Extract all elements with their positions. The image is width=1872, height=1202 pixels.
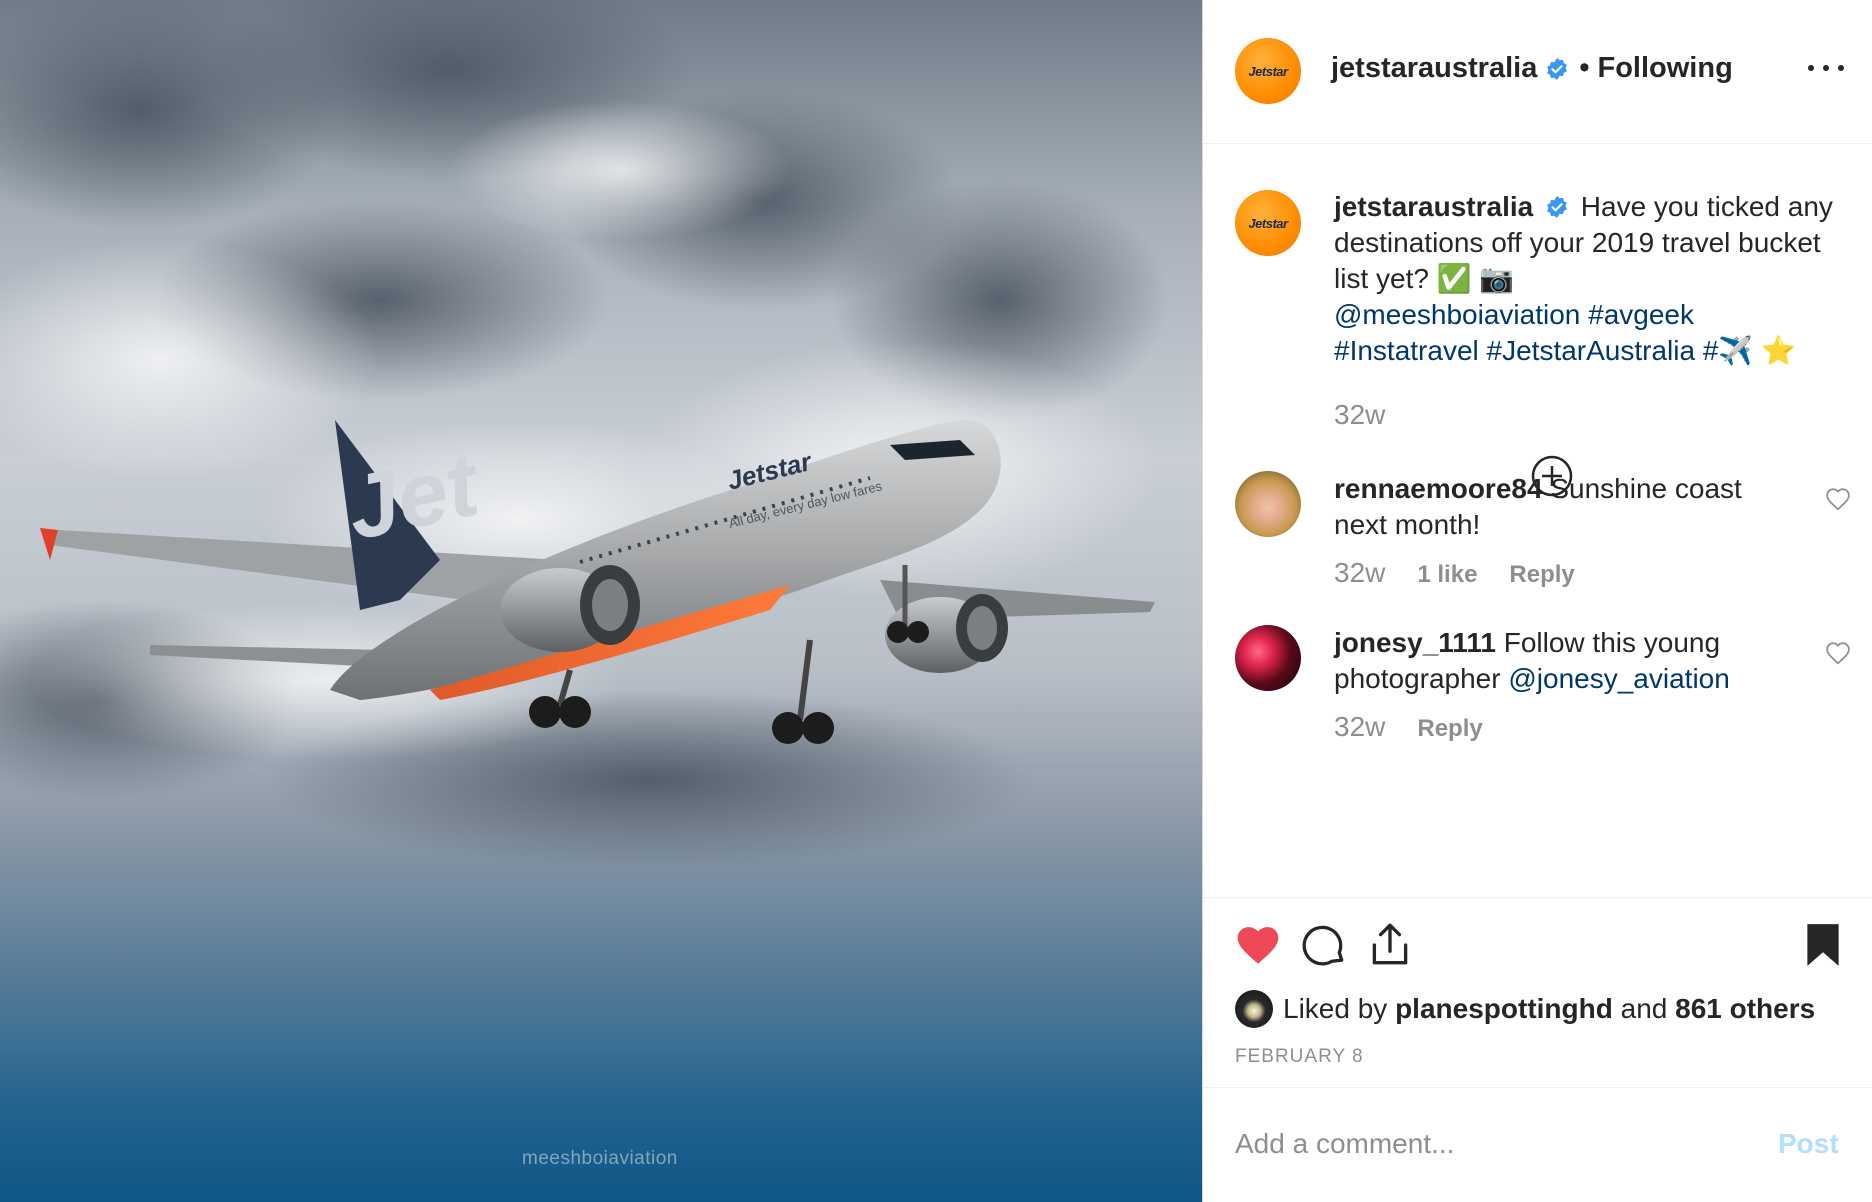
- post-actions: Liked by planespottinghd and 861 others …: [1203, 897, 1872, 1087]
- comment-timestamp[interactable]: 32w: [1334, 711, 1385, 743]
- heart-filled-icon[interactable]: [1233, 920, 1283, 970]
- hashtag-link[interactable]: #Instatravel: [1334, 335, 1479, 366]
- reply-button[interactable]: Reply: [1417, 715, 1482, 743]
- liked-by-prefix: Liked by: [1283, 993, 1388, 1024]
- post-header: Jetstar jetstaraustralia • Following: [1203, 0, 1872, 144]
- caption-author-avatar[interactable]: Jetstar: [1235, 190, 1301, 256]
- comment-text-block: jonesy_1111 Follow this young photograph…: [1334, 625, 1774, 697]
- commenter-username[interactable]: jonesy_1111: [1334, 627, 1496, 658]
- liked-by-row: Liked by planespottinghd and 861 others: [1235, 990, 1815, 1028]
- comment-mention-link[interactable]: @jonesy_aviation: [1508, 663, 1729, 694]
- post-date[interactable]: FEBRUARY 8: [1235, 1046, 1364, 1068]
- comment-input[interactable]: [1235, 1124, 1735, 1164]
- verified-badge-icon: [1547, 57, 1568, 80]
- header-user-row: jetstaraustralia • Following: [1331, 52, 1733, 85]
- share-icon[interactable]: [1365, 920, 1415, 970]
- like-comment-heart-icon[interactable]: [1825, 487, 1851, 511]
- post-details-panel: Jetstar jetstaraustralia • Following Jet…: [1203, 0, 1872, 1202]
- like-comment-heart-icon[interactable]: [1825, 641, 1851, 665]
- commenter-username[interactable]: rennaemoore84: [1334, 473, 1543, 504]
- bookmark-filled-icon[interactable]: [1798, 920, 1848, 970]
- avatar-logo-text: Jetstar: [1248, 215, 1288, 231]
- liker-username[interactable]: planespottinghd: [1395, 993, 1613, 1025]
- author-username[interactable]: jetstaraustralia: [1331, 52, 1537, 85]
- comment-meta: 32w Reply: [1334, 711, 1483, 743]
- add-comment-bar: Post: [1203, 1087, 1872, 1202]
- post-button[interactable]: Post: [1778, 1128, 1839, 1160]
- avatar-logo-text: Jetstar: [1248, 63, 1288, 79]
- caption-username[interactable]: jetstaraustralia: [1334, 191, 1533, 222]
- comment-likes-count[interactable]: 1 like: [1417, 561, 1477, 589]
- reply-button[interactable]: Reply: [1509, 561, 1574, 589]
- comment-text-block: rennaemoore84 Sunshine coast next month!: [1334, 471, 1774, 543]
- header-separator: •: [1579, 52, 1590, 84]
- caption-text-block: jetstaraustralia Have you ticked any des…: [1334, 189, 1844, 369]
- comment-meta: 32w 1 like Reply: [1334, 557, 1575, 589]
- caption-mention-link[interactable]: @meeshboiaviation: [1334, 299, 1580, 330]
- comments-section[interactable]: Jetstar jetstaraustralia Have you ticked…: [1203, 145, 1872, 897]
- comment-timestamp[interactable]: 32w: [1334, 557, 1385, 589]
- post-photo[interactable]: Jet Jetstar All day, every day low fares…: [0, 0, 1202, 1202]
- liked-by-and: and: [1620, 993, 1668, 1024]
- photo-watermark: meeshboiaviation: [522, 1148, 678, 1169]
- caption-timestamp[interactable]: 32w: [1334, 399, 1385, 431]
- following-button[interactable]: Following: [1597, 52, 1732, 85]
- liker-avatar[interactable]: [1235, 990, 1273, 1028]
- comment-icon[interactable]: [1299, 920, 1349, 970]
- hashtag-link[interactable]: #avgeek: [1588, 299, 1694, 330]
- verified-badge-icon: [1547, 196, 1567, 218]
- author-avatar[interactable]: Jetstar: [1235, 38, 1301, 104]
- more-options-icon[interactable]: [1808, 56, 1844, 80]
- likes-count-link[interactable]: 861 others: [1675, 993, 1815, 1025]
- commenter-avatar[interactable]: [1235, 471, 1301, 537]
- airplane-photo: Jet Jetstar All day, every day low fares: [0, 0, 1170, 870]
- commenter-avatar[interactable]: [1235, 625, 1301, 691]
- hashtag-link[interactable]: #✈️: [1703, 335, 1753, 366]
- caption-emoji: ✅ 📷: [1436, 263, 1515, 294]
- hashtag-link[interactable]: #JetstarAustralia: [1487, 335, 1696, 366]
- caption-trailing-emoji: ⭐: [1761, 335, 1796, 366]
